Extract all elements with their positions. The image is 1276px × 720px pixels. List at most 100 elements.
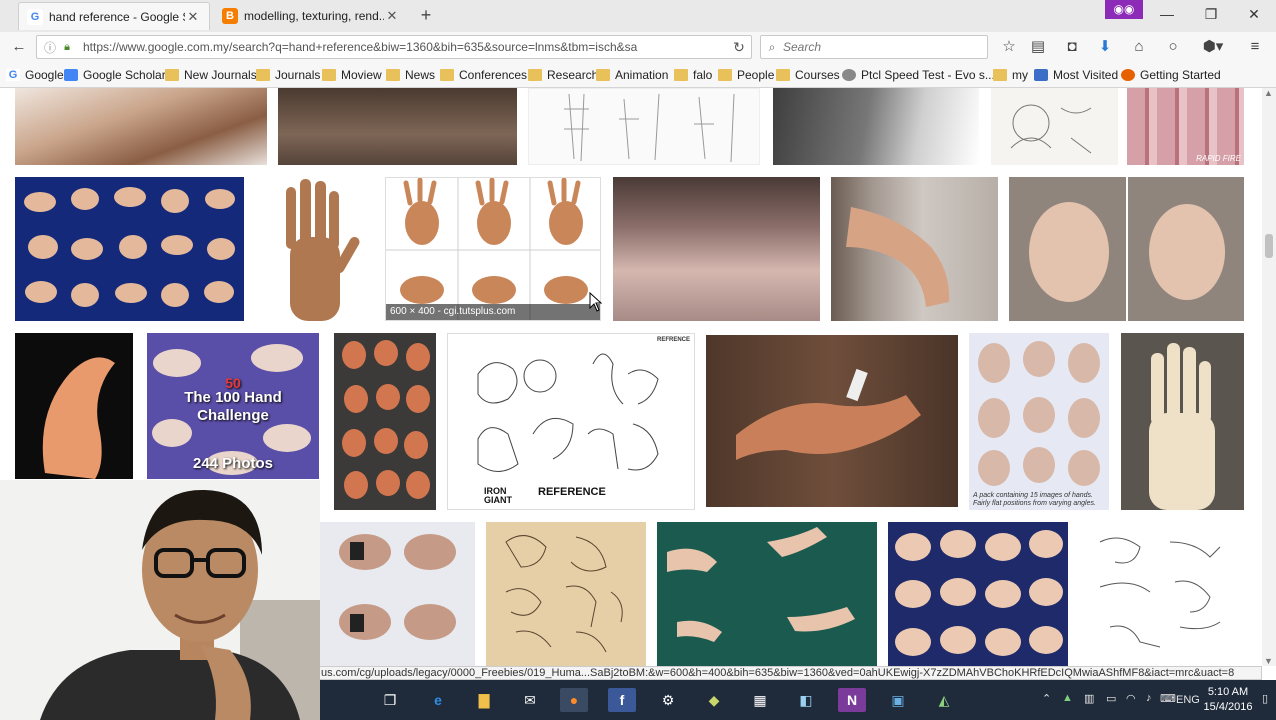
new-tab-button[interactable]: +	[416, 5, 436, 25]
bookmark-research[interactable]: Research	[528, 67, 598, 83]
search-input[interactable]	[783, 40, 987, 54]
bookmark-people[interactable]: People	[718, 67, 774, 83]
image-result[interactable]	[613, 177, 820, 321]
image-result[interactable]	[15, 333, 133, 479]
image-result[interactable]	[657, 522, 877, 666]
scrollbar-thumb[interactable]	[1265, 234, 1273, 258]
image-result[interactable]	[888, 522, 1068, 666]
scroll-up-icon[interactable]: ▲	[1264, 88, 1273, 98]
presenter-video	[0, 480, 320, 720]
tray-chevron-icon[interactable]: ⌃	[1042, 692, 1051, 705]
page-scrollbar[interactable]: ▲ ▼	[1262, 88, 1276, 666]
bookmark-star-icon[interactable]: ☆	[998, 36, 1020, 58]
image-result[interactable]	[831, 177, 998, 321]
settings-app-icon[interactable]: ⚙	[654, 688, 682, 712]
bookmark-my[interactable]: my	[993, 67, 1028, 83]
firefox-taskbar-icon[interactable]: ●	[560, 688, 588, 712]
bookmark-animation[interactable]: Animation	[596, 67, 668, 83]
hands-on-green-photo	[667, 527, 855, 642]
image-result[interactable]	[278, 88, 517, 165]
bookmark-conferences[interactable]: Conferences	[440, 67, 527, 83]
hands-grid-photo	[978, 341, 1100, 486]
download-icon[interactable]: ⬇	[1094, 36, 1116, 58]
task-view-icon[interactable]: ❐	[376, 688, 404, 712]
language-indicator[interactable]: ENG	[1176, 694, 1200, 706]
hand-grid-photo	[386, 178, 600, 320]
globe-icon	[842, 69, 856, 81]
app-icon[interactable]: ◭	[930, 688, 958, 712]
system-clock[interactable]: 5:10 AM 15/4/2016	[1198, 685, 1258, 715]
back-button[interactable]: ←	[8, 36, 30, 58]
image-result[interactable]	[320, 522, 475, 666]
image-result[interactable]	[773, 88, 979, 165]
bookmark-google-scholar[interactable]: Google Scholar	[64, 67, 166, 83]
tab-blogger[interactable]: B modelling, texturing, rend... ✕	[214, 2, 408, 30]
image-result[interactable]	[706, 335, 958, 507]
notifications-icon[interactable]: ▯	[1262, 692, 1268, 705]
chat-icon[interactable]: ○	[1162, 36, 1184, 58]
bookmark-journals[interactable]: Journals	[256, 67, 320, 83]
edge-icon[interactable]: e	[424, 688, 452, 712]
volume-icon[interactable]: ♪	[1146, 692, 1152, 704]
bookmark-most-visited[interactable]: Most Visited	[1034, 67, 1118, 83]
search-box[interactable]: ⌕	[760, 35, 988, 59]
image-result-hovered[interactable]: 600 × 400 - cgi.tutsplus.com	[385, 177, 601, 321]
image-result[interactable]	[991, 88, 1118, 165]
image-result[interactable]: RAPID FIRE	[1127, 88, 1244, 165]
mask-icon[interactable]: ◉◉	[1105, 0, 1143, 19]
keyboard-icon[interactable]: ⌨	[1160, 692, 1176, 705]
image-result[interactable]: 50 The 100 Hand Challenge 244 Photos	[147, 333, 319, 479]
bookmark-getting-started[interactable]: Getting Started	[1121, 67, 1221, 83]
app-icon[interactable]: ▦	[746, 688, 774, 712]
drive-icon[interactable]: ▲	[1062, 692, 1073, 704]
bookmark-new-journals[interactable]: New Journals	[165, 67, 257, 83]
bookmark-falo[interactable]: falo	[674, 67, 712, 83]
image-result[interactable]: REFRENCE IRON GIANT REFERENCE	[447, 333, 695, 510]
image-result[interactable]	[15, 88, 267, 165]
image-result[interactable]	[1080, 522, 1244, 666]
bookmark-news[interactable]: News	[386, 67, 435, 83]
image-result[interactable]: A pack containing 15 images of hands. Fa…	[969, 333, 1109, 510]
restore-button[interactable]: ❐	[1196, 4, 1226, 24]
onenote-icon[interactable]: N	[838, 688, 866, 712]
reading-list-icon[interactable]: ▤	[1027, 36, 1049, 58]
bookmark-courses[interactable]: Courses	[776, 67, 840, 83]
facebook-icon[interactable]: f	[608, 688, 636, 712]
url-text[interactable]: https://www.google.com.my/search?q=hand+…	[75, 40, 727, 54]
app-icon[interactable]: ◆	[700, 688, 728, 712]
reload-icon[interactable]: ↻	[727, 39, 751, 56]
info-icon[interactable]: ⓘ	[41, 39, 59, 56]
mail-icon[interactable]: ✉	[516, 688, 544, 712]
pocket-icon[interactable]: ◘	[1061, 36, 1083, 58]
image-result[interactable]	[1121, 333, 1244, 510]
image-result[interactable]	[486, 522, 646, 666]
bookmark-moview[interactable]: Moview	[322, 67, 382, 83]
close-icon[interactable]: ✕	[185, 9, 201, 25]
battery-icon[interactable]: ▭	[1106, 692, 1116, 705]
minimize-button[interactable]: —	[1152, 4, 1182, 24]
image-result[interactable]	[528, 88, 760, 165]
address-bar[interactable]: ⓘ 🔒︎ https://www.google.com.my/search?q=…	[36, 35, 752, 59]
app-icon[interactable]: ◧	[792, 688, 820, 712]
sketch-drawing	[564, 93, 735, 163]
network-icon[interactable]: ▥	[1084, 692, 1094, 705]
tab-google-search[interactable]: G hand reference - Google S... ✕	[18, 2, 210, 30]
app-icon[interactable]: ▣	[884, 688, 912, 712]
sketch-drawing	[1099, 537, 1221, 648]
adblock-icon[interactable]: ⬢▾	[1198, 36, 1228, 58]
close-icon[interactable]: ✕	[384, 8, 400, 24]
home-icon[interactable]: ⌂	[1128, 36, 1150, 58]
image-result[interactable]	[334, 333, 436, 510]
most-visited-icon	[1034, 69, 1048, 81]
image-result[interactable]	[256, 177, 371, 321]
wifi-icon[interactable]: ◠	[1126, 692, 1136, 705]
close-window-button[interactable]: ✕	[1239, 4, 1269, 24]
bookmark-google[interactable]: G Google	[6, 67, 64, 83]
image-result[interactable]	[15, 177, 244, 321]
file-explorer-icon[interactable]: ▇	[470, 688, 498, 712]
menu-icon[interactable]: ≡	[1244, 36, 1266, 58]
folder-icon	[776, 69, 790, 81]
image-result[interactable]	[1009, 177, 1244, 321]
scroll-down-icon[interactable]: ▼	[1264, 656, 1273, 666]
bookmark-ptcl-speed-test[interactable]: Ptcl Speed Test - Evo s...	[842, 67, 995, 83]
